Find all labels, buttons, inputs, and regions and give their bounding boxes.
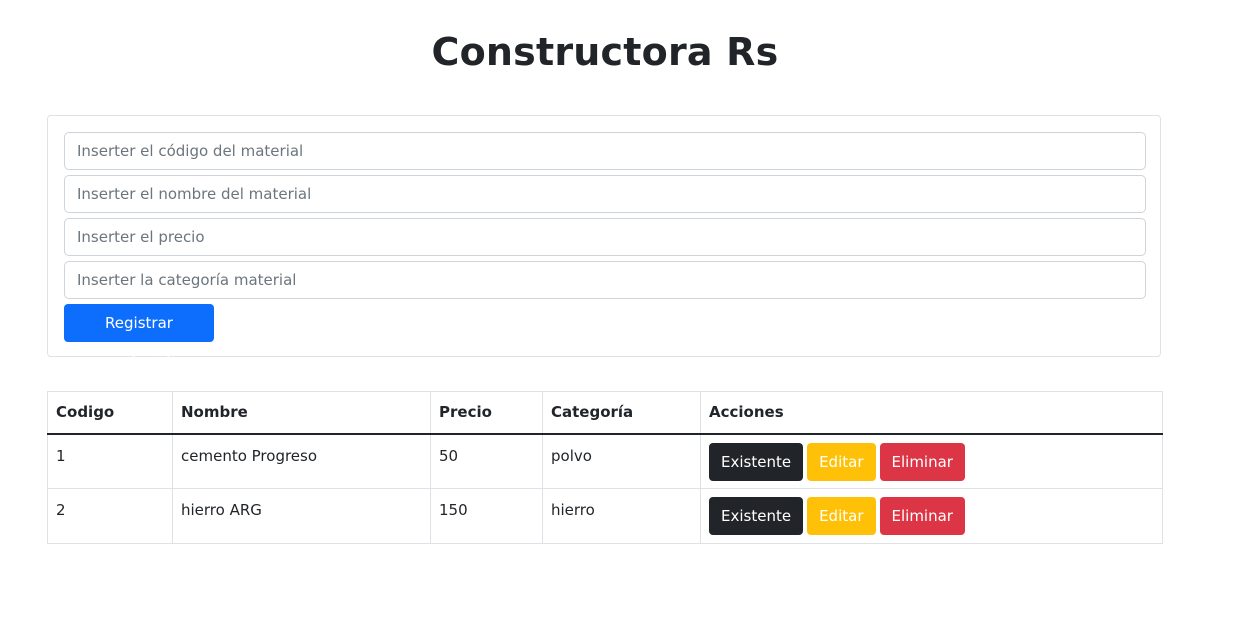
- cell-nombre: cemento Progreso: [172, 433, 431, 489]
- cell-precio: 150: [430, 488, 543, 544]
- cell-nombre: hierro ARG: [172, 488, 431, 544]
- cell-codigo: 2: [47, 488, 173, 544]
- cell-precio: 50: [430, 433, 543, 489]
- cell-codigo: 1: [47, 433, 173, 489]
- material-price-input[interactable]: [64, 218, 1146, 256]
- column-header-codigo: Codigo: [47, 391, 173, 435]
- cell-actions: Existente Editar Eliminar: [700, 433, 1163, 489]
- page-title: Constructora Rs: [431, 30, 779, 74]
- material-code-input[interactable]: [64, 132, 1146, 170]
- cell-actions: Existente Editar Eliminar: [700, 488, 1163, 544]
- register-material-button[interactable]: Registrar material: [64, 304, 214, 370]
- column-header-precio: Precio: [430, 391, 543, 435]
- table-row: 2 hierro ARG 150 hierro Existente Editar E…: [47, 488, 1163, 544]
- material-name-input[interactable]: [64, 175, 1146, 213]
- table-row: 1 cemento Progreso 50 polvo Existente Edi…: [47, 433, 1163, 489]
- column-header-acciones: Acciones: [700, 391, 1163, 435]
- material-form: Registrar material: [47, 115, 1161, 370]
- editar-button[interactable]: Editar: [807, 442, 876, 481]
- column-header-categoria: Categoría: [542, 391, 701, 435]
- eliminar-button[interactable]: Eliminar: [879, 497, 965, 535]
- column-header-nombre: Nombre: [172, 391, 431, 435]
- material-category-input[interactable]: [64, 261, 1146, 299]
- cell-categoria: polvo: [542, 433, 701, 489]
- existente-button[interactable]: Existente: [709, 497, 804, 535]
- eliminar-button[interactable]: Eliminar: [879, 442, 965, 481]
- editar-button[interactable]: Editar: [807, 497, 876, 535]
- existente-button[interactable]: Existente: [709, 442, 804, 481]
- materials-table: Codigo Nombre Precio Categoría Acciones …: [47, 391, 1163, 544]
- table-header-row: Codigo Nombre Precio Categoría Acciones: [47, 391, 1163, 435]
- cell-categoria: hierro: [542, 488, 701, 544]
